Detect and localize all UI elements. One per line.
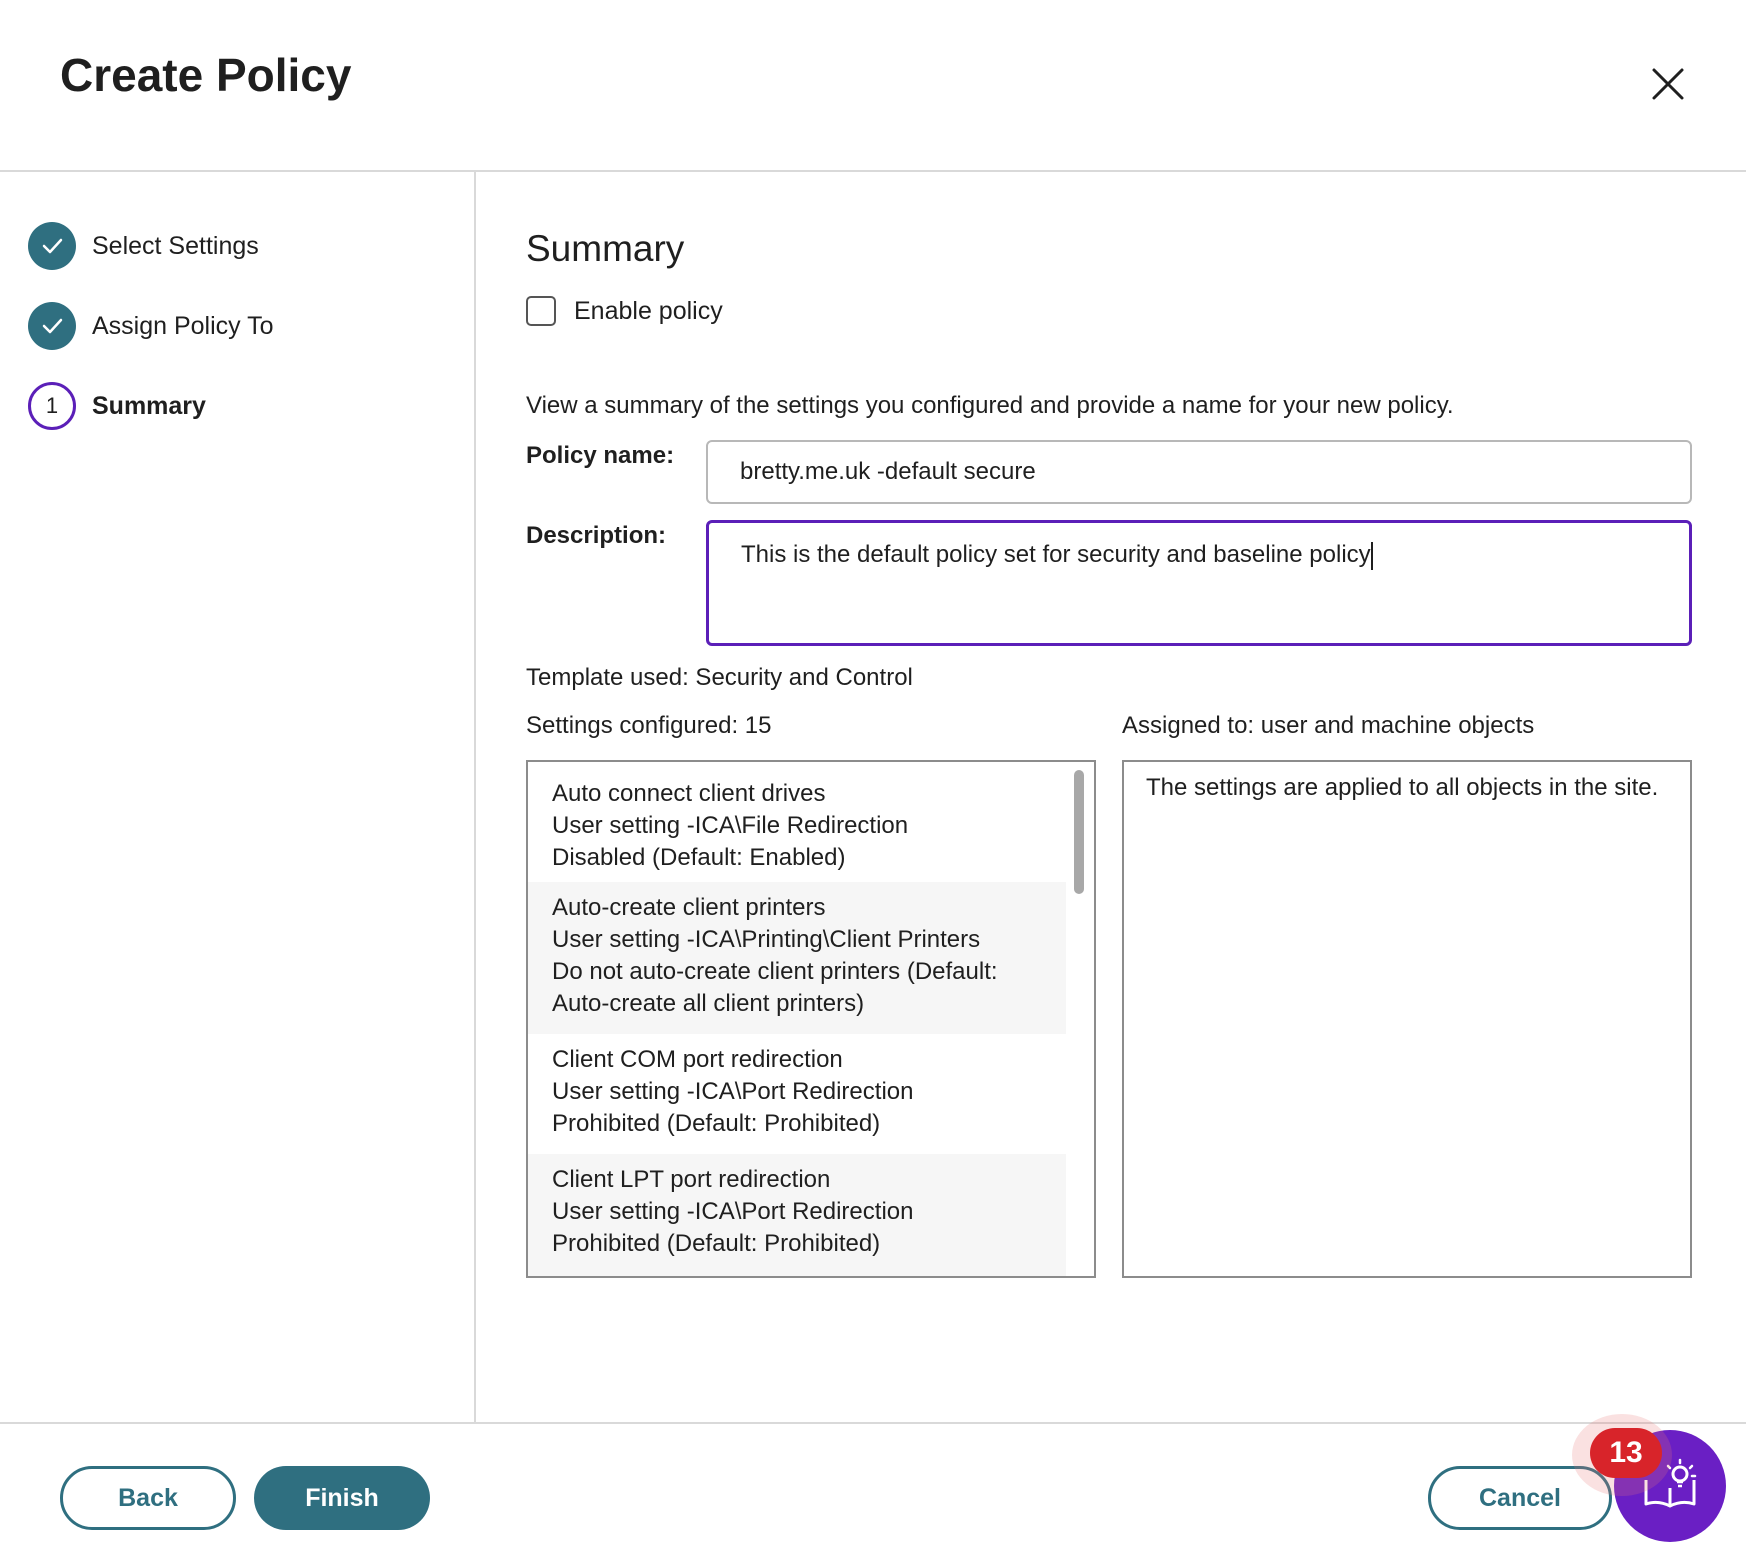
list-item: Client COM port redirection User setting… bbox=[552, 1046, 914, 1137]
list-item: Auto connect client drives User setting … bbox=[552, 780, 909, 871]
dialog-footer: Back Finish Cancel bbox=[0, 1422, 1746, 1564]
description-textarea[interactable]: This is the default policy set for secur… bbox=[706, 520, 1692, 646]
finish-button[interactable]: Finish bbox=[254, 1466, 430, 1530]
policy-name-input[interactable]: bretty.me.uk -default secure bbox=[706, 440, 1692, 504]
step-label: Select Settings bbox=[92, 231, 259, 260]
template-used: Template used: Security and Control bbox=[526, 664, 913, 691]
settings-configured: Settings configured: 15 bbox=[526, 712, 772, 739]
notification-badge: 13 bbox=[1590, 1428, 1662, 1478]
step-select-settings[interactable]: Select Settings bbox=[28, 222, 259, 270]
checkbox-box[interactable] bbox=[526, 296, 556, 326]
dialog-title: Create Policy bbox=[60, 49, 352, 101]
dialog-header: Create Policy bbox=[0, 0, 1746, 172]
section-heading: Summary bbox=[526, 228, 685, 269]
policy-name-label: Policy name: bbox=[526, 442, 675, 469]
description-label: Description: bbox=[526, 522, 667, 549]
enable-policy-label: Enable policy bbox=[574, 296, 723, 325]
settings-list[interactable]: Auto connect client drives User setting … bbox=[526, 760, 1096, 1278]
step-summary[interactable]: 1 Summary bbox=[28, 382, 206, 430]
text-caret bbox=[1370, 541, 1373, 570]
back-button[interactable]: Back bbox=[60, 1466, 236, 1530]
policy-name-value: bretty.me.uk -default secure bbox=[740, 458, 1036, 485]
assigned-panel: The settings are applied to all objects … bbox=[1122, 760, 1692, 1278]
description-value: This is the default policy set for secur… bbox=[741, 541, 1371, 568]
step-label: Assign Policy To bbox=[92, 311, 274, 340]
check-icon bbox=[28, 222, 76, 270]
check-icon bbox=[28, 302, 76, 350]
assigned-detail: The settings are applied to all objects … bbox=[1146, 774, 1659, 801]
assigned-to: Assigned to: user and machine objects bbox=[1122, 712, 1535, 739]
list-item: Client LPT port redirection User setting… bbox=[528, 1154, 1066, 1276]
wizard-steps: Select Settings Assign Policy To 1 Summa… bbox=[0, 172, 476, 1422]
close-icon[interactable] bbox=[1648, 64, 1688, 104]
step-label: Summary bbox=[92, 391, 206, 420]
step-assign-policy-to[interactable]: Assign Policy To bbox=[28, 302, 274, 350]
summary-intro: View a summary of the settings you confi… bbox=[526, 392, 1454, 419]
enable-policy-checkbox[interactable]: Enable policy bbox=[526, 296, 723, 326]
step-number: 1 bbox=[28, 382, 76, 430]
list-item: Auto-create client printers User setting… bbox=[528, 882, 1066, 1034]
scrollbar-thumb[interactable] bbox=[1074, 770, 1084, 894]
